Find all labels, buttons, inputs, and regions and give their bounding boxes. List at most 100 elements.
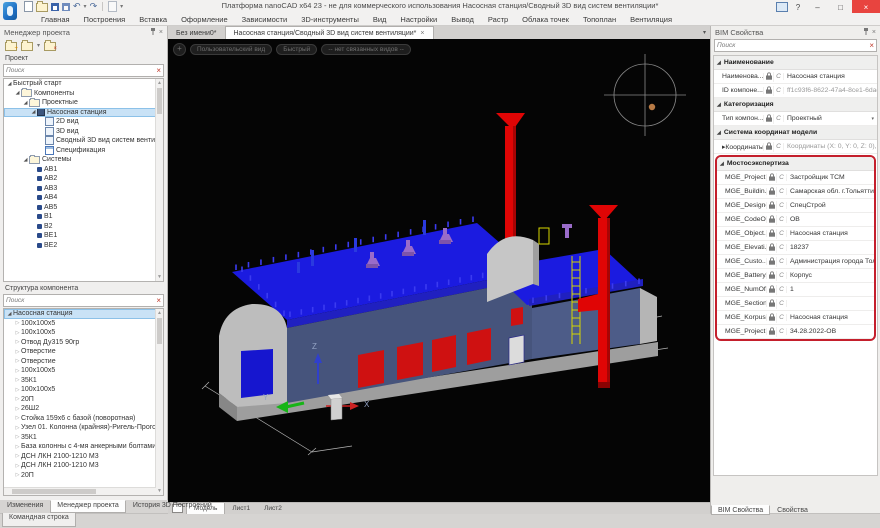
project-tree-item[interactable]: В2 <box>4 222 163 232</box>
structure-tree-item[interactable]: ▷35К1 <box>4 376 163 386</box>
dock-tab-bim-свойства[interactable]: BIM Свойства <box>711 505 770 515</box>
ribbon-tab-облака точек[interactable]: Облака точек <box>515 15 576 24</box>
view-name-button[interactable]: Пользовательский вид <box>190 44 272 55</box>
lock-icon[interactable] <box>767 313 777 323</box>
structure-tree-item[interactable]: ▷26Ш2 <box>4 404 163 414</box>
property-row[interactable]: ID компоне...Cff1c93f6-8622-47a4-8ce1-6d… <box>714 84 877 98</box>
close-panel-icon[interactable]: × <box>872 29 876 36</box>
property-value[interactable]: 18237 <box>787 244 874 251</box>
property-group-header[interactable]: ◢Наименование <box>714 56 877 70</box>
project-tree-item[interactable]: АВ2 <box>4 174 163 184</box>
c-flag-icon[interactable]: C <box>777 202 787 209</box>
group-expander-icon[interactable]: ◢ <box>720 161 724 167</box>
redo-icon[interactable]: ↷ <box>90 2 98 11</box>
project-tree-item[interactable]: ◢Проектные <box>4 98 163 108</box>
project-tree-item[interactable]: В1 <box>4 212 163 222</box>
tree-expander-icon[interactable]: ◢ <box>6 311 13 317</box>
tree-expander-icon[interactable]: ▷ <box>14 349 21 355</box>
tree-expander-icon[interactable]: ▷ <box>14 453 21 459</box>
lock-icon[interactable] <box>767 201 777 211</box>
property-value[interactable]: Координаты (X: 0, Y: 0, Z: 0), Пово <box>784 143 877 150</box>
lock-icon[interactable] <box>767 327 777 337</box>
save-icon[interactable] <box>51 3 59 11</box>
lock-icon[interactable] <box>767 187 777 197</box>
ribbon-tab-оформление[interactable]: Оформление <box>174 15 235 24</box>
property-value[interactable]: Корпус <box>787 272 874 279</box>
ribbon-toggle-icon[interactable] <box>776 2 788 12</box>
property-value[interactable]: Проектный <box>784 115 871 122</box>
lock-icon[interactable] <box>767 229 777 239</box>
property-value[interactable]: Насосная станция <box>784 73 877 80</box>
clear-search-icon[interactable]: × <box>156 67 161 75</box>
tree-expander-icon[interactable]: ▷ <box>14 339 21 345</box>
orbit-point[interactable] <box>649 104 655 110</box>
dock-tab-менеджер-проекта[interactable]: Менеджер проекта <box>50 500 126 513</box>
structure-tree-item[interactable]: ▷Стойка 159x6 с базой (поворотная) <box>4 414 163 424</box>
structure-tree-scrollbar[interactable]: ▲▼ <box>155 309 163 495</box>
open-project-dropdown-icon[interactable]: ▾ <box>37 42 40 49</box>
new-file-icon[interactable] <box>24 1 33 12</box>
open-project-icon[interactable] <box>21 42 33 51</box>
group-expander-icon[interactable]: ◢ <box>717 130 721 136</box>
close-project-icon[interactable]: × <box>44 42 56 51</box>
ribbon-tab-вид[interactable]: Вид <box>366 15 394 24</box>
property-row[interactable]: MGE_Project...CЗастройщик ТСМ <box>717 171 874 185</box>
lock-icon[interactable] <box>767 285 777 295</box>
c-flag-icon[interactable]: C <box>777 272 787 279</box>
value-dropdown-icon[interactable]: ▾ <box>871 116 877 122</box>
ribbon-tab-вставка[interactable]: Вставка <box>132 15 174 24</box>
property-row[interactable]: MGE_NumOf...C1 <box>717 283 874 297</box>
ribbon-tab-вывод[interactable]: Вывод <box>444 15 481 24</box>
view-mode-button[interactable]: Быстрый <box>276 44 317 55</box>
structure-tree-item[interactable]: ▷Узел 01. Колонна (крайняя)-Ригель-Прого… <box>4 423 163 433</box>
c-flag-icon[interactable]: C <box>774 73 784 80</box>
property-value[interactable]: 34.28.2022-ОВ <box>787 328 874 335</box>
lock-icon[interactable] <box>764 86 774 96</box>
property-value[interactable]: Застройщик ТСМ <box>787 174 874 181</box>
property-row[interactable]: MGE_Battery...CКорпус <box>717 269 874 283</box>
save-all-icon[interactable] <box>62 3 70 11</box>
ribbon-tab-главная[interactable]: Главная <box>34 15 77 24</box>
project-tree-item[interactable]: ◢Системы <box>4 155 163 165</box>
property-group-header[interactable]: ◢Категоризация <box>714 98 877 112</box>
property-value[interactable]: Самарская обл. г.Тольятти Автоз <box>787 188 874 195</box>
document-tab[interactable]: Без имени0* <box>168 26 225 39</box>
ribbon-tab-настройки[interactable]: Настройки <box>393 15 444 24</box>
dock-tab-история-3d-построений[interactable]: История 3D Построений <box>126 500 219 513</box>
structure-tree-item[interactable]: ▷Отверстие <box>4 357 163 367</box>
c-flag-icon[interactable]: C <box>777 314 787 321</box>
structure-tree-item[interactable]: ▷100x100x5 <box>4 328 163 338</box>
tree-expander-icon[interactable]: ▷ <box>14 425 21 431</box>
lock-icon[interactable] <box>764 72 774 82</box>
tree-expander-icon[interactable]: ▷ <box>14 358 21 364</box>
project-tree-item[interactable]: АВ3 <box>4 184 163 194</box>
structure-tree-item[interactable]: ▷ДСН ЛКН 2100-1210 М3 <box>4 452 163 462</box>
tree-expander-icon[interactable]: ▷ <box>14 396 21 402</box>
tree-expander-icon[interactable]: ▷ <box>14 444 21 450</box>
c-flag-icon[interactable]: C <box>777 188 787 195</box>
property-value[interactable]: Насосная станция <box>787 230 874 237</box>
lock-icon[interactable] <box>767 271 777 281</box>
c-flag-icon[interactable]: C <box>777 300 787 307</box>
recent-doc-icon[interactable] <box>108 1 117 12</box>
close-panel-icon[interactable]: × <box>159 29 163 36</box>
property-group-header[interactable]: ◢Система координат модели <box>714 126 877 140</box>
tree-expander-icon[interactable]: ▷ <box>14 320 21 326</box>
ribbon-tab-3d-инструменты[interactable]: 3D-инструменты <box>294 15 366 24</box>
group-expander-icon[interactable]: ◢ <box>717 60 721 66</box>
tab-list-dropdown-icon[interactable]: ▾ <box>699 26 710 39</box>
linked-views-button[interactable]: -- нет связанных видов -- <box>321 44 411 55</box>
navigation-sphere[interactable] <box>604 54 686 136</box>
structure-tree-item[interactable]: ▷База колонны с 4-мя анкерными болтами д… <box>4 442 163 452</box>
project-tree-item[interactable]: ВЕ2 <box>4 241 163 251</box>
project-tree-item[interactable]: ◢Насосная станция <box>4 108 163 118</box>
property-row[interactable]: ▸Координаты...CКоординаты (X: 0, Y: 0, Z… <box>714 140 877 154</box>
project-tree-item[interactable]: АВ4 <box>4 193 163 203</box>
sheet-tab-лист2[interactable]: Лист2 <box>257 503 289 514</box>
tree-expander-icon[interactable]: ▷ <box>14 377 21 383</box>
tree-expander-icon[interactable]: ▷ <box>14 472 21 478</box>
structure-tree-item[interactable]: ▷20П <box>4 395 163 405</box>
qat-dropdown-icon[interactable]: ▾ <box>120 3 123 10</box>
property-value[interactable]: ОВ <box>787 216 874 223</box>
close-tab-icon[interactable]: × <box>420 30 424 37</box>
